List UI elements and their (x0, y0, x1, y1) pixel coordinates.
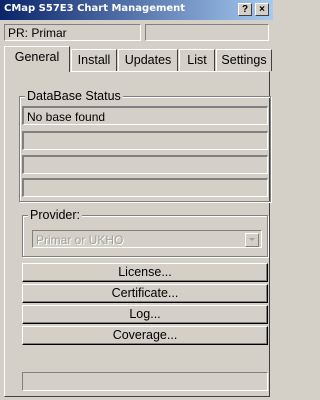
tab-list[interactable]: List (179, 49, 215, 71)
pr-secondary-field (145, 24, 269, 41)
status-bar (22, 372, 268, 391)
database-status-legend-label: DataBase Status (25, 89, 123, 103)
tab-strip: General Install Updates List Settings (4, 45, 273, 72)
tab-settings[interactable]: Settings (216, 49, 272, 71)
title-bar: CMap S57E3 Chart Management ? × (0, 0, 273, 20)
pr-label-text: PR: Primar (8, 26, 67, 40)
tab-updates[interactable]: Updates (118, 49, 178, 71)
help-button[interactable]: ? (238, 3, 252, 16)
pr-label-field: PR: Primar (4, 24, 141, 41)
provider-legend: Provider: (28, 208, 83, 222)
close-button[interactable]: × (255, 3, 269, 16)
coverage-button[interactable]: Coverage... (22, 326, 268, 345)
log-button[interactable]: Log... (22, 305, 268, 324)
certificate-button[interactable]: Certificate... (22, 284, 268, 303)
provider-selected-value: Primar or UKHO (36, 233, 124, 247)
database-status-group (19, 96, 271, 202)
tab-general[interactable]: General (4, 46, 70, 72)
license-button[interactable]: License... (22, 263, 268, 282)
window-title: CMap S57E3 Chart Management (4, 3, 186, 14)
tab-install[interactable]: Install (71, 49, 117, 71)
chevron-down-icon[interactable] (245, 233, 259, 247)
provider-select[interactable]: Primar or UKHO (32, 230, 262, 248)
